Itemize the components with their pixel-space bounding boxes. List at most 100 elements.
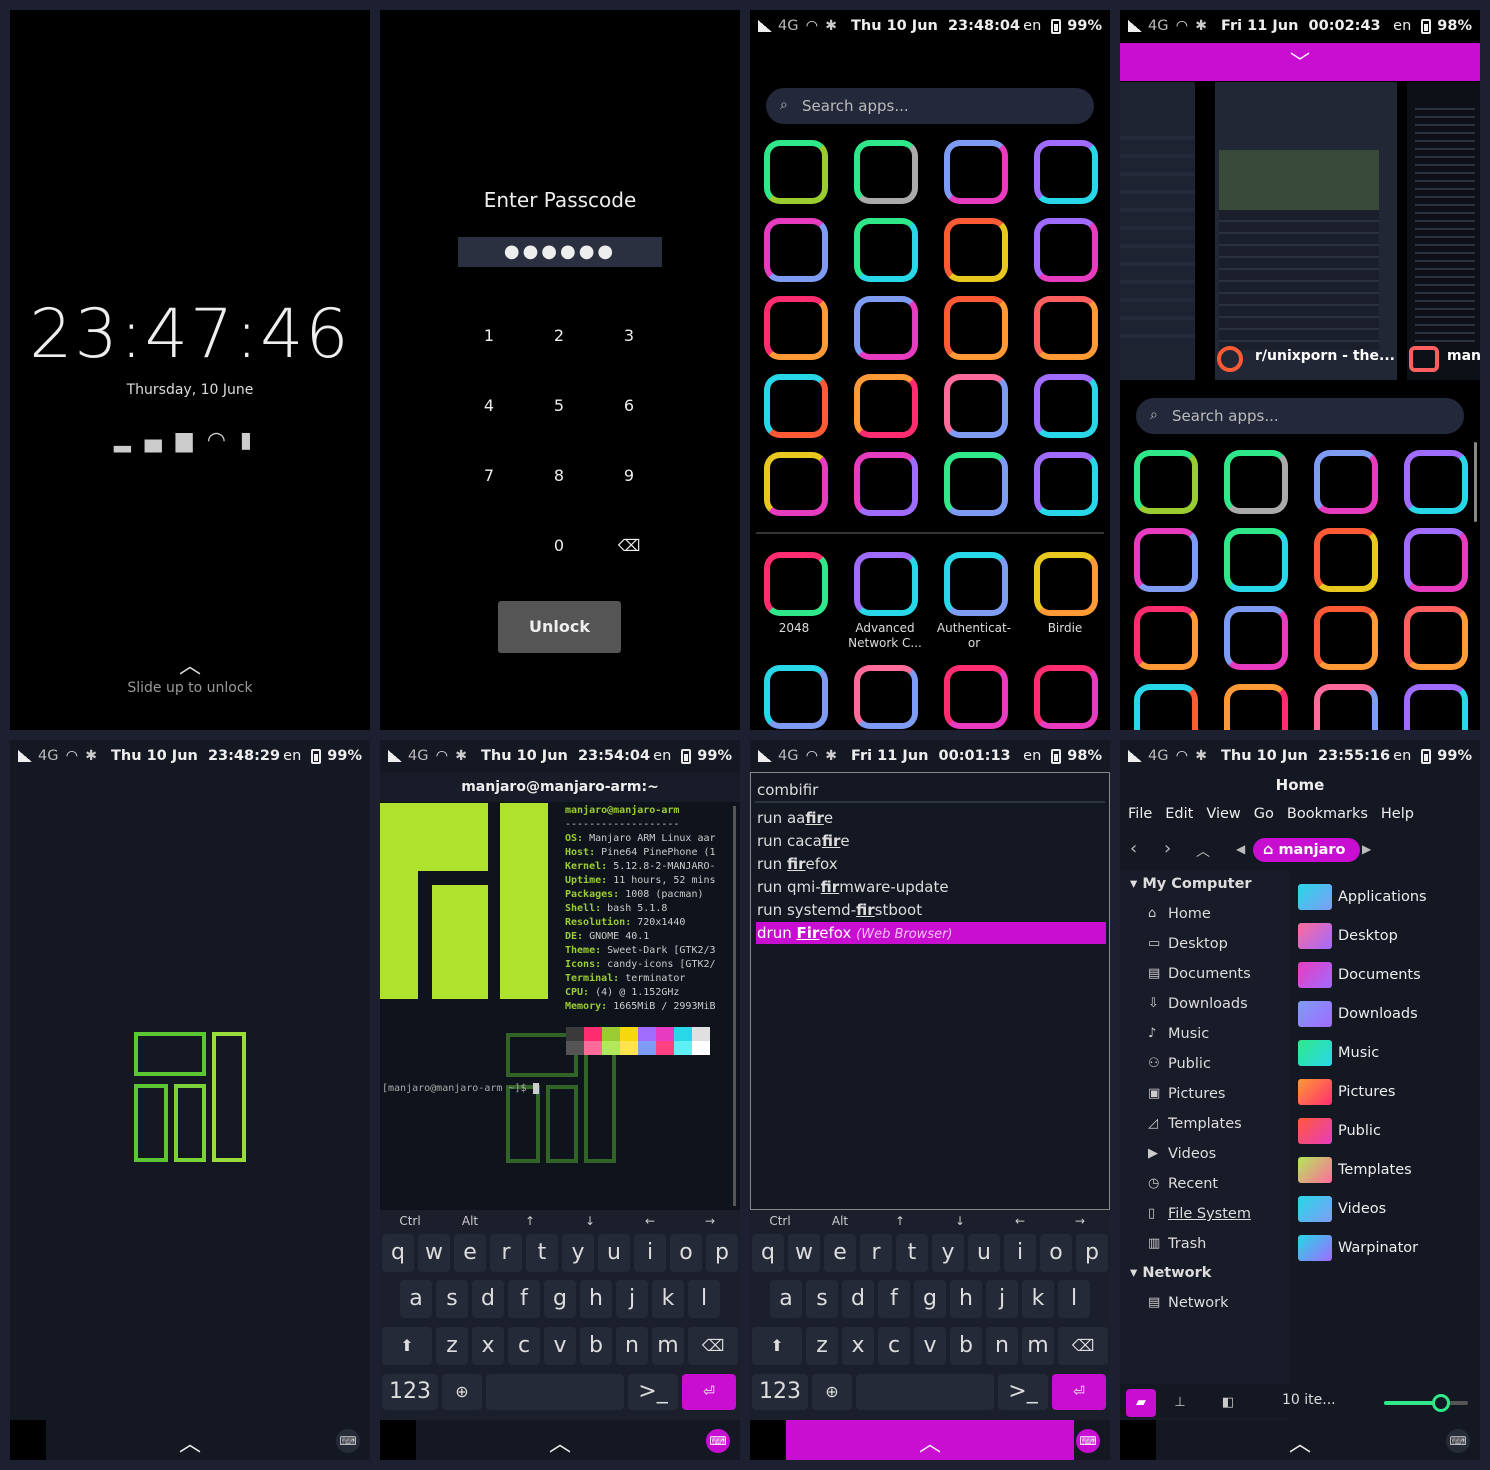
atom-icon[interactable] [1034,140,1098,204]
settings-icon[interactable] [1314,528,1378,592]
game-2048-icon[interactable] [764,552,828,616]
numbers-key[interactable]: 123 [752,1374,808,1410]
keyboard-icon[interactable]: ⌨ [1446,1429,1470,1453]
sidebar-item-desktop[interactable]: ▭ Desktop [1148,936,1228,952]
sidebar-item-downloads[interactable]: ⇩ Downloads [1148,996,1248,1012]
key-i[interactable]: i [634,1234,666,1272]
scrollbar[interactable] [1474,442,1477,522]
switch-icon[interactable] [1404,528,1468,592]
rofi-input[interactable]: combifir [757,781,818,799]
sidebar-item-network[interactable]: ▤ Network [1148,1295,1229,1311]
firefox-icon[interactable] [764,296,828,360]
key-t[interactable]: t [896,1234,928,1272]
window-thumbnail-browser[interactable]: r/unixporn - the... [1215,82,1397,380]
backspace-icon[interactable]: ⌫ [1058,1327,1108,1365]
modifier-key[interactable]: Alt [450,1214,490,1228]
contacts-icon[interactable] [1314,450,1378,514]
keyboard-icon[interactable]: ⌨ [336,1429,360,1453]
tasks-icon[interactable] [1034,452,1098,516]
scrollbar[interactable] [733,806,736,1206]
key-e[interactable]: e [454,1234,486,1272]
space-key[interactable] [856,1374,994,1410]
key-o[interactable]: o [1040,1234,1072,1272]
window-thumbnail-files[interactable] [1120,82,1195,380]
sidebar-item-pictures[interactable]: ▣ Pictures [1148,1086,1225,1102]
folder-icon[interactable] [1314,606,1378,670]
modifier-key[interactable]: → [690,1214,730,1228]
modifier-key[interactable]: Ctrl [760,1214,800,1228]
key-b[interactable]: b [950,1327,982,1365]
modifier-key[interactable]: ↓ [940,1214,980,1228]
sidebar-item-file-system[interactable]: ▯ File System [1148,1206,1251,1222]
tree-view-button[interactable]: ⊥ [1168,1389,1192,1417]
terminal-icon[interactable] [1034,296,1098,360]
key-p[interactable]: p [1076,1234,1108,1272]
key-y[interactable]: y [932,1234,964,1272]
network-icon[interactable] [1224,606,1288,670]
search-input[interactable]: Search apps... [1136,398,1464,434]
sidebar-item-public[interactable]: ⚇ Public [1148,1056,1211,1072]
chevron-up-icon[interactable]: ︿ [10,648,370,680]
sidebar-places-button[interactable]: ▰ [1126,1389,1156,1417]
key-z[interactable]: z [436,1327,468,1365]
lock-icon[interactable] [944,552,1008,616]
key-w[interactable]: w [418,1234,450,1272]
chevron-up-icon[interactable]: ︿ [10,1426,370,1458]
key-s[interactable]: s [436,1280,468,1318]
rofi-item[interactable]: run qmi-firmware-update [756,876,1106,898]
rofi-item[interactable]: drun Firefox (Web Browser) [756,922,1106,944]
modifier-key[interactable]: ← [630,1214,670,1228]
key-6[interactable]: 6 [609,396,649,415]
mail-icon[interactable] [944,665,1008,729]
calculator-icon[interactable] [764,452,828,516]
rofi-item[interactable]: run cacafire [756,830,1106,852]
globe-icon[interactable] [854,552,918,616]
key-l[interactable]: l [1058,1280,1090,1318]
chat-icon[interactable] [854,140,918,204]
camera-icon[interactable] [944,374,1008,438]
menu-go[interactable]: Go [1254,806,1274,822]
chat-icon[interactable] [1224,450,1288,514]
menu-file[interactable]: File [1128,806,1152,822]
modifier-key[interactable]: → [1060,1214,1100,1228]
paint-roller-icon[interactable] [1224,684,1288,730]
disc-icon[interactable] [1404,684,1468,730]
menu-view[interactable]: View [1206,806,1240,822]
key-x[interactable]: x [472,1327,504,1365]
backspace-icon[interactable]: ⌫ [688,1327,738,1365]
sidebar-item-videos[interactable]: ▶ Videos [1148,1146,1216,1162]
key-r[interactable]: r [860,1234,892,1272]
back-icon[interactable]: ‹ [1130,838,1137,859]
tree-header-network[interactable]: ▾ Network [1130,1265,1211,1281]
switch-icon[interactable] [1034,218,1098,282]
contacts-icon[interactable] [944,140,1008,204]
backspace-icon[interactable]: ⌫ [609,536,649,555]
key-n[interactable]: n [986,1327,1018,1365]
numbers-key[interactable]: 123 [382,1374,438,1410]
forward-icon[interactable]: › [1164,838,1171,859]
modifier-key[interactable]: Alt [820,1214,860,1228]
key-m[interactable]: m [652,1327,684,1365]
key-v[interactable]: v [544,1327,576,1365]
settings-icon[interactable] [944,218,1008,282]
sidebar-item-templates[interactable]: ◿ Templates [1148,1116,1242,1132]
key-7[interactable]: 7 [469,466,509,485]
install-icon[interactable] [764,218,828,282]
terminal-key[interactable]: >_ [998,1374,1048,1410]
key-x[interactable]: x [842,1327,874,1365]
terminal-icon[interactable] [1404,606,1468,670]
calendar-icon[interactable] [854,452,918,516]
key-8[interactable]: 8 [539,466,579,485]
key-4[interactable]: 4 [469,396,509,415]
map-icon[interactable] [1034,665,1098,729]
key-k[interactable]: k [1022,1280,1054,1318]
disk-icon[interactable] [854,665,918,729]
key-f[interactable]: f [508,1280,540,1318]
key-w[interactable]: w [788,1234,820,1272]
disc-icon[interactable] [1034,374,1098,438]
rofi-item[interactable]: run firefox [756,853,1106,875]
menu-bookmarks[interactable]: Bookmarks [1287,806,1368,822]
phone-icon[interactable] [764,140,828,204]
rofi-item[interactable]: run aafire [756,807,1106,829]
key-t[interactable]: t [526,1234,558,1272]
